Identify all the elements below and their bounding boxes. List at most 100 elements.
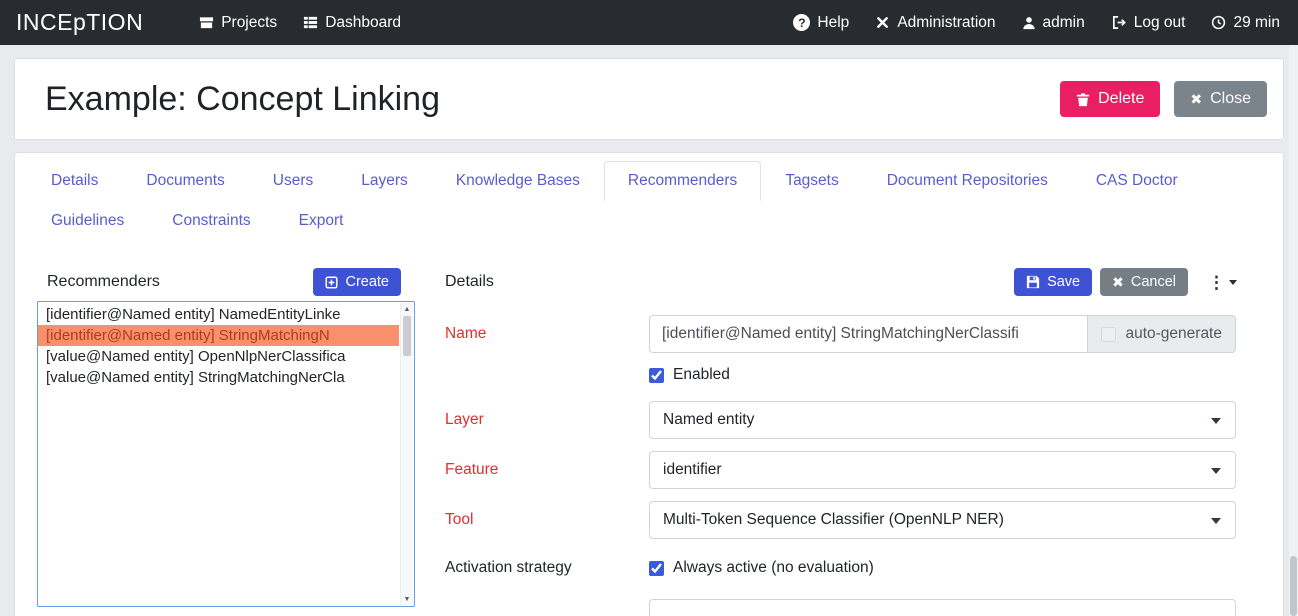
tab-document-repositories[interactable]: Document Repositories (863, 161, 1072, 201)
delete-button[interactable]: Delete (1060, 81, 1160, 117)
nav-projects-label: Projects (221, 14, 277, 32)
save-button-label: Save (1047, 274, 1080, 290)
list-scrollbar[interactable]: ▲ ▼ (400, 303, 413, 605)
close-button[interactable]: ✖ Close (1174, 81, 1267, 117)
cancel-button[interactable]: ✖ Cancel (1100, 268, 1188, 296)
scroll-up-arrow-icon[interactable]: ▲ (401, 303, 413, 315)
feature-control: identifier (649, 451, 1236, 489)
name-control: auto-generate (649, 315, 1236, 353)
recommenders-panel: Recommenders Create [identifier@Named en… (37, 265, 415, 607)
cancel-button-label: Cancel (1131, 274, 1176, 290)
nav-dashboard[interactable]: Dashboard (303, 14, 401, 32)
tab-export[interactable]: Export (275, 201, 368, 241)
next-field-row (445, 599, 1236, 616)
tab-knowledge-bases[interactable]: Knowledge Bases (432, 161, 604, 201)
list-scrollbar-thumb[interactable] (403, 316, 411, 356)
tab-constraints[interactable]: Constraints (148, 201, 274, 241)
kebab-icon: ⋮ (1208, 274, 1225, 291)
logout-icon (1111, 15, 1127, 30)
kebab-menu-button[interactable]: ⋮ (1208, 274, 1237, 291)
always-active-label: Always active (no evaluation) (673, 559, 874, 577)
user-icon (1022, 16, 1036, 30)
tab-cas-doctor[interactable]: CAS Doctor (1072, 161, 1202, 201)
auto-generate-checkbox[interactable] (1101, 327, 1116, 342)
list-item-selected[interactable]: [identifier@Named entity] StringMatching… (38, 325, 399, 346)
create-button[interactable]: Create (313, 268, 401, 296)
page-title: Example: Concept Linking (31, 80, 1060, 119)
layer-select-value: Named entity (663, 411, 754, 429)
session-timer: 29 min (1211, 14, 1280, 32)
session-timer-label: 29 min (1233, 14, 1280, 32)
administration-icon (875, 15, 890, 30)
enabled-label: Enabled (673, 366, 730, 384)
tab-layers[interactable]: Layers (337, 161, 432, 201)
details-panel-header: Details Save ✖ Cancel ⋮ (433, 265, 1261, 299)
top-navbar: INCEpTION Projects Dashboard ? Help (0, 0, 1298, 45)
delete-button-label: Delete (1098, 90, 1144, 108)
tab-guidelines[interactable]: Guidelines (27, 201, 148, 241)
tab-details[interactable]: Details (27, 161, 122, 201)
nav-help[interactable]: ? Help (793, 14, 849, 32)
tool-select[interactable]: Multi-Token Sequence Classifier (OpenNLP… (649, 501, 1236, 539)
feature-select[interactable]: identifier (649, 451, 1236, 489)
tab-users[interactable]: Users (249, 161, 337, 201)
nav-admin-user-label: admin (1043, 14, 1085, 32)
page-scrollbar-thumb[interactable] (1290, 556, 1297, 616)
save-button[interactable]: Save (1014, 268, 1092, 296)
recommender-list: [identifier@Named entity] NamedEntityLin… (37, 301, 415, 607)
header-buttons: Delete ✖ Close (1060, 81, 1267, 117)
enabled-field-row: Enabled (445, 363, 1236, 387)
enabled-control: Enabled (649, 366, 1236, 384)
caret-down-icon (1229, 280, 1237, 285)
page-scrollbar[interactable] (1289, 45, 1298, 616)
nav-administration[interactable]: Administration (875, 14, 995, 32)
dashboard-icon (303, 15, 318, 30)
list-item[interactable]: [identifier@Named entity] NamedEntityLin… (38, 304, 399, 325)
caret-down-icon (1211, 468, 1221, 474)
recommenders-tab-content: Recommenders Create [identifier@Named en… (15, 241, 1283, 616)
navbar-right-menu: ? Help Administration admin Log out (793, 14, 1282, 32)
timer-icon (1211, 15, 1226, 30)
close-button-label: Close (1210, 90, 1251, 108)
recommenders-panel-title: Recommenders (47, 273, 313, 291)
close-icon: ✖ (1112, 275, 1124, 289)
layer-select[interactable]: Named entity (649, 401, 1236, 439)
tool-control: Multi-Token Sequence Classifier (OpenNLP… (649, 501, 1236, 539)
scroll-down-arrow-icon[interactable]: ▼ (401, 593, 413, 605)
name-label: Name (445, 325, 649, 343)
list-item[interactable]: [value@Named entity] OpenNlpNerClassific… (38, 346, 399, 367)
brand-logo[interactable]: INCEpTION (16, 9, 143, 36)
project-settings-card: Details Documents Users Layers Knowledge… (14, 152, 1284, 616)
always-active-checkbox[interactable] (649, 561, 664, 576)
tool-select-value: Multi-Token Sequence Classifier (OpenNLP… (663, 511, 1004, 529)
settings-tabbar: Details Documents Users Layers Knowledge… (15, 153, 1283, 241)
next-field-control (649, 599, 1236, 616)
auto-generate-label: auto-generate (1125, 325, 1222, 343)
list-item[interactable]: [value@Named entity] StringMatchingNerCl… (38, 367, 399, 388)
nav-projects[interactable]: Projects (199, 14, 277, 32)
caret-down-icon (1211, 518, 1221, 524)
recommenders-panel-header: Recommenders Create (37, 265, 415, 299)
tab-documents[interactable]: Documents (122, 161, 248, 201)
name-input-group: auto-generate (649, 315, 1236, 353)
tab-recommenders[interactable]: Recommenders (604, 161, 761, 201)
nav-administration-label: Administration (897, 14, 995, 32)
tool-label: Tool (445, 511, 649, 529)
navbar-left-menu: Projects Dashboard (199, 14, 427, 32)
nav-logout-label: Log out (1134, 14, 1186, 32)
caret-down-icon (1211, 418, 1221, 424)
tab-tagsets[interactable]: Tagsets (761, 161, 862, 201)
nav-admin-user[interactable]: admin (1022, 14, 1085, 32)
enabled-checkbox[interactable] (649, 368, 664, 383)
nav-logout[interactable]: Log out (1111, 14, 1186, 32)
close-icon: ✖ (1190, 92, 1202, 106)
create-button-label: Create (345, 274, 389, 290)
name-input[interactable] (649, 315, 1088, 353)
inception-app: INCEpTION Projects Dashboard ? Help (0, 0, 1298, 616)
trash-icon (1076, 92, 1090, 107)
activation-strategy-label: Activation strategy (445, 559, 649, 577)
next-field-select[interactable] (649, 599, 1236, 616)
projects-icon (199, 15, 214, 30)
nav-dashboard-label: Dashboard (325, 14, 401, 32)
feature-label: Feature (445, 461, 649, 479)
